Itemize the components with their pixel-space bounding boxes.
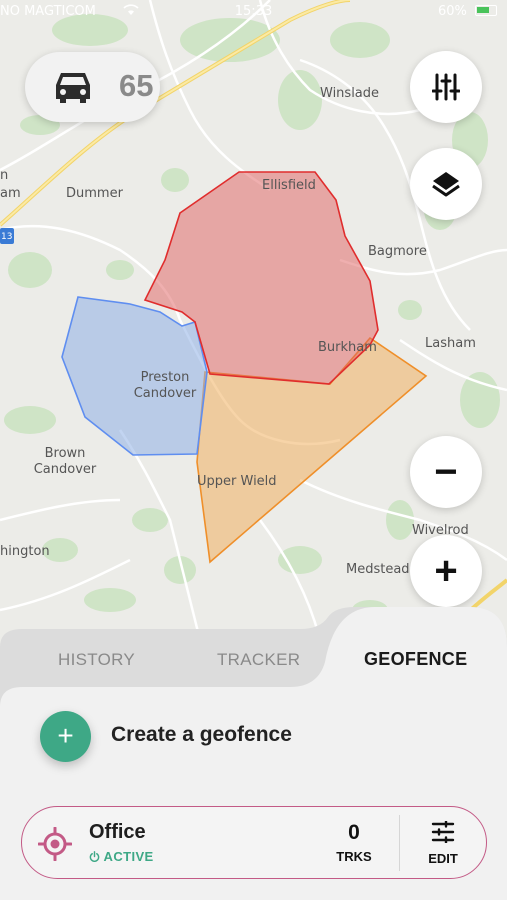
map-label-winslade: Winslade bbox=[320, 86, 380, 101]
tab-history[interactable]: HISTORY bbox=[58, 650, 135, 670]
layers-button[interactable] bbox=[410, 148, 482, 220]
map-label-ellisfield: Ellisfield bbox=[262, 178, 316, 193]
geofence-status-text: ACTIVE bbox=[103, 849, 154, 864]
clock-label: 15:33 bbox=[234, 4, 273, 19]
geofence-card-office[interactable]: Office ACTIVE 0 TRKS EDIT bbox=[21, 806, 487, 879]
tab-geofence[interactable]: GEOFENCE bbox=[364, 649, 467, 670]
zoom-in-button[interactable]: + bbox=[410, 535, 482, 607]
target-icon bbox=[37, 826, 73, 866]
speed-indicator[interactable]: 65 bbox=[25, 52, 160, 122]
map-label-hington: hington bbox=[0, 544, 50, 559]
create-geofence-label[interactable]: Create a geofence bbox=[111, 723, 292, 747]
car-icon bbox=[53, 69, 93, 110]
map-label-am: am bbox=[0, 186, 21, 201]
trackers-label: TRKS bbox=[336, 849, 372, 864]
map-label-brown-candover: Brown Candover bbox=[33, 446, 97, 477]
tab-tracker[interactable]: TRACKER bbox=[217, 650, 300, 670]
speed-value: 65 bbox=[119, 68, 154, 103]
map-label-n: n bbox=[0, 168, 9, 183]
map-label-upper-wield: Upper Wield bbox=[197, 474, 277, 489]
road-number-label: 13 bbox=[1, 232, 13, 242]
map-label-preston-candover: Preston Candover bbox=[133, 370, 197, 401]
map-label-lasham: Lasham bbox=[425, 336, 476, 351]
status-bar: NO MAGTICOM 15:33 60% bbox=[0, 0, 507, 26]
trackers-count: 0 bbox=[348, 821, 360, 844]
battery-percent: 60% bbox=[437, 4, 467, 19]
geofence-status-badge: ACTIVE bbox=[89, 849, 154, 864]
power-icon bbox=[89, 849, 104, 864]
battery-indicator: 60% bbox=[438, 4, 497, 19]
create-geofence-button[interactable]: + bbox=[40, 711, 91, 762]
card-divider bbox=[399, 815, 400, 871]
minus-icon: − bbox=[434, 450, 458, 494]
map-label-bagmore: Bagmore bbox=[368, 244, 427, 259]
edit-label: EDIT bbox=[428, 851, 458, 866]
edit-geofence-button[interactable]: EDIT bbox=[418, 819, 468, 869]
zoom-out-button[interactable]: − bbox=[410, 436, 482, 508]
map-label-dummer: Dummer bbox=[66, 186, 123, 201]
battery-icon bbox=[475, 5, 497, 16]
map-label-burkham: Burkham bbox=[318, 340, 377, 355]
plus-icon: + bbox=[434, 549, 458, 593]
geofence-name: Office bbox=[89, 821, 146, 843]
map-label-medstead: Medstead bbox=[346, 562, 410, 577]
filters-button[interactable] bbox=[410, 51, 482, 123]
